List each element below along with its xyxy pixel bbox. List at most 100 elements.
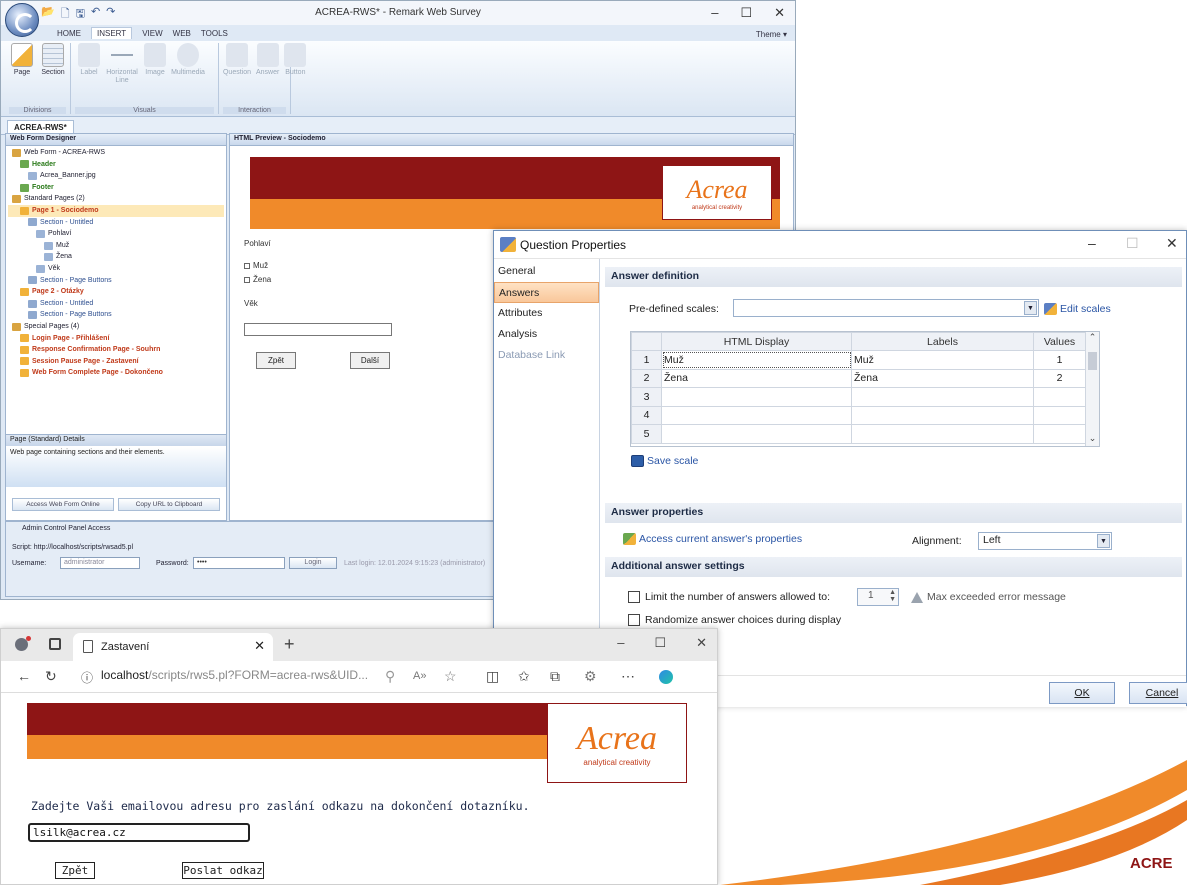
chevron-down-icon[interactable]: ▼: [1024, 301, 1037, 315]
limit-answers-checkbox[interactable]: [628, 591, 640, 603]
grid-scrollbar[interactable]: ⌃ ⌄: [1085, 332, 1099, 446]
randomize-checkbox[interactable]: [628, 614, 640, 626]
alignment-select[interactable]: Left ▼: [978, 532, 1112, 550]
address-bar[interactable]: localhost/scripts/rws5.pl?FORM=acrea-rws…: [101, 668, 368, 682]
age-input[interactable]: [244, 323, 392, 336]
split-screen-icon[interactable]: ◫: [486, 668, 499, 685]
tab-web[interactable]: WEB: [173, 29, 191, 38]
option-male[interactable]: Muž: [244, 261, 268, 270]
answer-button[interactable]: Answer: [256, 43, 279, 77]
access-online-button[interactable]: Access Web Form Online: [12, 498, 114, 511]
tree-item[interactable]: Session Pause Page - Zastavení: [8, 356, 224, 368]
tree-item[interactable]: Pohlaví: [8, 228, 224, 240]
login-button[interactable]: Login: [289, 557, 337, 569]
image-button[interactable]: Image: [141, 43, 169, 85]
tree-item[interactable]: Věk: [8, 263, 224, 275]
copy-url-button[interactable]: Copy URL to Clipboard: [118, 498, 220, 511]
nav-analysis[interactable]: Analysis: [494, 324, 599, 345]
predefined-scales-select[interactable]: ▼: [733, 299, 1039, 317]
tree-item[interactable]: Special Pages (4): [8, 321, 224, 333]
new-tab-button[interactable]: +: [284, 634, 295, 655]
browser-tab[interactable]: Zastavení ✕: [73, 633, 273, 661]
back-button[interactable]: Zpět: [55, 862, 95, 879]
tab-actions-icon[interactable]: [49, 638, 61, 650]
chevron-up-icon[interactable]: ⌃: [1086, 332, 1099, 343]
tab-tools[interactable]: TOOLS: [201, 29, 228, 38]
send-link-button[interactable]: Poslat odkaz: [182, 862, 264, 879]
close-icon[interactable]: ✕: [696, 635, 707, 651]
nav-attributes[interactable]: Attributes: [494, 303, 599, 324]
tree-item[interactable]: Web Form Complete Page - Dokončeno: [8, 367, 224, 379]
access-answer-properties-link[interactable]: Access current answer's properties: [623, 533, 802, 546]
nav-general[interactable]: General: [494, 261, 599, 282]
page-button[interactable]: Page: [9, 43, 35, 77]
option-female[interactable]: Žena: [244, 275, 271, 284]
tree-item[interactable]: Login Page - Přihlášení: [8, 333, 224, 345]
table-row[interactable]: 4: [631, 405, 1086, 425]
info-icon[interactable]: ⓘ: [81, 669, 93, 686]
details-title[interactable]: Page (Standard) Details: [6, 434, 226, 446]
minimize-icon[interactable]: –: [617, 635, 624, 651]
checkbox-female[interactable]: [244, 276, 250, 283]
question-button[interactable]: Question: [223, 43, 251, 77]
close-icon[interactable]: ✕: [774, 5, 785, 21]
theme-menu[interactable]: Theme ▾: [756, 30, 787, 39]
nav-answers[interactable]: Answers: [494, 282, 599, 303]
limit-answers-stepper[interactable]: 1 ▲ ▼: [857, 588, 899, 606]
back-arrow-icon[interactable]: ←: [17, 668, 31, 684]
table-row[interactable]: 5: [631, 424, 1086, 444]
back-button[interactable]: Zpět: [256, 352, 296, 369]
document-tab[interactable]: ACREA-RWS*: [7, 120, 74, 134]
next-button[interactable]: Další: [350, 352, 390, 369]
profile-icon[interactable]: [15, 636, 31, 651]
close-icon[interactable]: ✕: [1166, 235, 1178, 252]
multimedia-button[interactable]: Multimedia: [171, 43, 205, 85]
tree-item[interactable]: Page 2 - Otázky: [8, 286, 224, 298]
chevron-down-icon[interactable]: ⌄: [1086, 433, 1099, 444]
copilot-icon[interactable]: [659, 670, 673, 684]
tree-item[interactable]: Footer: [8, 182, 224, 194]
table-row[interactable]: 3: [631, 387, 1086, 407]
username-field[interactable]: administrator: [60, 557, 140, 569]
table-row[interactable]: 2 Žena Žena 2: [631, 368, 1086, 388]
tree-item[interactable]: Web Form - ACREA-RWS: [8, 147, 224, 159]
tree-item[interactable]: Žena: [8, 251, 224, 263]
maximize-icon[interactable]: ☐: [654, 635, 666, 651]
tree-item[interactable]: Muž: [8, 240, 224, 252]
tree-item[interactable]: Section - Page Buttons: [8, 275, 224, 287]
tree-item[interactable]: Header: [8, 159, 224, 171]
tree-item[interactable]: Section - Untitled: [8, 217, 224, 229]
stepper-arrows-icon[interactable]: ▲ ▼: [889, 589, 896, 603]
col-values[interactable]: Values: [1033, 332, 1086, 351]
email-field[interactable]: lsilk@acrea.cz: [28, 823, 250, 842]
collections-icon[interactable]: ⧉: [550, 668, 560, 685]
max-exceeded-link[interactable]: Max exceeded error message: [911, 591, 1066, 603]
app-menu-button[interactable]: [5, 3, 39, 37]
tree-item[interactable]: Section - Untitled: [8, 298, 224, 310]
col-labels[interactable]: Labels: [851, 332, 1034, 351]
button-button[interactable]: Button: [284, 43, 307, 77]
read-aloud-icon[interactable]: A»: [413, 670, 426, 682]
close-tab-icon[interactable]: ✕: [254, 638, 265, 654]
minimize-icon[interactable]: –: [1088, 235, 1096, 251]
checkbox-male[interactable]: [244, 262, 250, 269]
tab-view[interactable]: VIEW: [142, 29, 162, 38]
extensions-icon[interactable]: ⚙: [584, 668, 597, 685]
tree-item[interactable]: Page 1 - Sociodemo: [8, 204, 224, 217]
maximize-icon[interactable]: ☐: [740, 5, 752, 21]
minimize-icon[interactable]: –: [711, 5, 718, 21]
horizontal-line-button[interactable]: Horizontal Line: [106, 43, 138, 85]
key-icon[interactable]: ⚲: [385, 668, 395, 685]
tree-item[interactable]: Response Confirmation Page - Souhrn: [8, 344, 224, 356]
label-button[interactable]: Label: [75, 43, 103, 85]
favorites-icon[interactable]: ✩: [518, 668, 530, 685]
favorite-icon[interactable]: ☆: [444, 668, 457, 685]
tab-insert[interactable]: INSERT: [91, 27, 133, 39]
nav-database-link[interactable]: Database Link: [494, 345, 599, 366]
chevron-down-icon[interactable]: ▼: [1097, 534, 1110, 548]
reload-icon[interactable]: ↻: [45, 668, 57, 685]
password-field[interactable]: ••••: [193, 557, 285, 569]
save-scale-link[interactable]: Save scale: [631, 455, 698, 468]
tree-item[interactable]: Acrea_Banner.jpg: [8, 170, 224, 182]
tree-item[interactable]: Section - Page Buttons: [8, 309, 224, 321]
